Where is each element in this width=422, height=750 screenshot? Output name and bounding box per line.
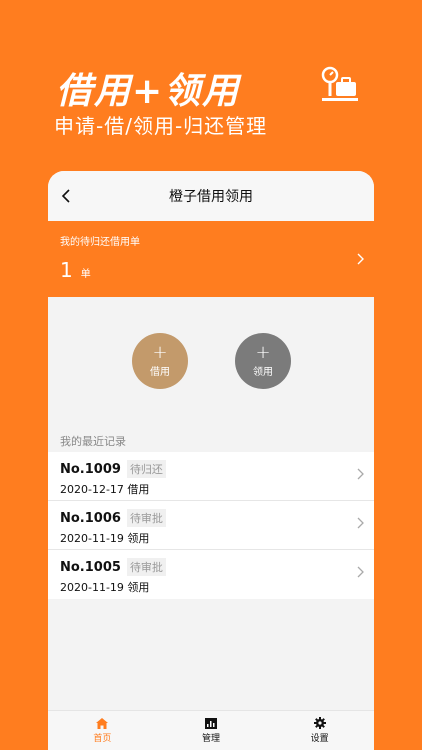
tab-label: 首页 [93, 733, 112, 744]
chevron-right-icon [357, 517, 364, 529]
pending-return-card[interactable]: 我的待归还借用单 1 单 [48, 221, 374, 297]
list-item[interactable]: No.1006 待审批 2020-11-19 领用 [48, 501, 374, 550]
home-icon [96, 717, 109, 729]
tab-label: 设置 [310, 734, 329, 744]
recent-heading: 我的最近记录 [60, 435, 126, 448]
tab-label: 管理 [202, 733, 221, 744]
back-button[interactable] [58, 185, 74, 207]
pending-unit: 单 [80, 269, 91, 280]
receive-label: 领用 [253, 366, 273, 378]
list-item[interactable]: No.1009 待归还 2020-12-17 借用 [48, 452, 374, 501]
plus-icon: + [152, 341, 168, 363]
record-number: No.1006 [60, 510, 121, 526]
phone-screen: 橙子借用领用 我的待归还借用单 1 单 + 借用 + 领用 我的最近记录 No.… [48, 171, 374, 750]
record-number: No.1005 [60, 559, 121, 575]
luggage-scale-icon [321, 66, 358, 101]
record-date-type: 2020-11-19 领用 [60, 532, 150, 545]
records-list: No.1009 待归还 2020-12-17 借用 No.1006 待审批 20… [48, 452, 374, 599]
pending-label: 我的待归还借用单 [60, 237, 140, 248]
tab-settings[interactable]: 设置 [265, 711, 374, 750]
nav-title: 橙子借用领用 [169, 189, 253, 205]
receive-button[interactable]: + 领用 [235, 333, 291, 389]
chevron-right-icon [357, 566, 364, 578]
borrow-button[interactable]: + 借用 [132, 333, 188, 389]
pending-count-row: 1 单 [60, 258, 362, 282]
status-badge: 待审批 [126, 558, 166, 576]
tab-home[interactable]: 首页 [48, 711, 157, 750]
chevron-right-icon [357, 468, 364, 480]
borrow-label: 借用 [150, 366, 170, 378]
tab-bar: 首页 管理 设置 [48, 710, 374, 750]
tab-manage[interactable]: 管理 [157, 711, 266, 750]
record-date-type: 2020-12-17 借用 [60, 483, 150, 496]
record-title-row: No.1009 待归还 [60, 460, 374, 478]
record-title-row: No.1005 待审批 [60, 558, 374, 576]
chevron-right-icon [357, 253, 364, 265]
action-area: + 借用 + 领用 [48, 297, 374, 415]
nav-bar: 橙子借用领用 [48, 171, 374, 221]
record-number: No.1009 [60, 461, 121, 477]
chevron-left-icon [61, 189, 70, 203]
chart-icon [205, 717, 217, 729]
list-item[interactable]: No.1005 待审批 2020-11-19 领用 [48, 550, 374, 599]
promo-title: 借用+领用 [56, 71, 241, 112]
status-badge: 待归还 [126, 460, 166, 478]
pending-count: 1 [60, 258, 73, 282]
promo-subtitle: 申请-借/领用-归还管理 [54, 114, 268, 138]
gear-icon [313, 717, 326, 729]
plus-icon: + [255, 341, 271, 363]
record-title-row: No.1006 待审批 [60, 509, 374, 527]
record-date-type: 2020-11-19 领用 [60, 581, 150, 594]
status-badge: 待审批 [126, 509, 166, 527]
